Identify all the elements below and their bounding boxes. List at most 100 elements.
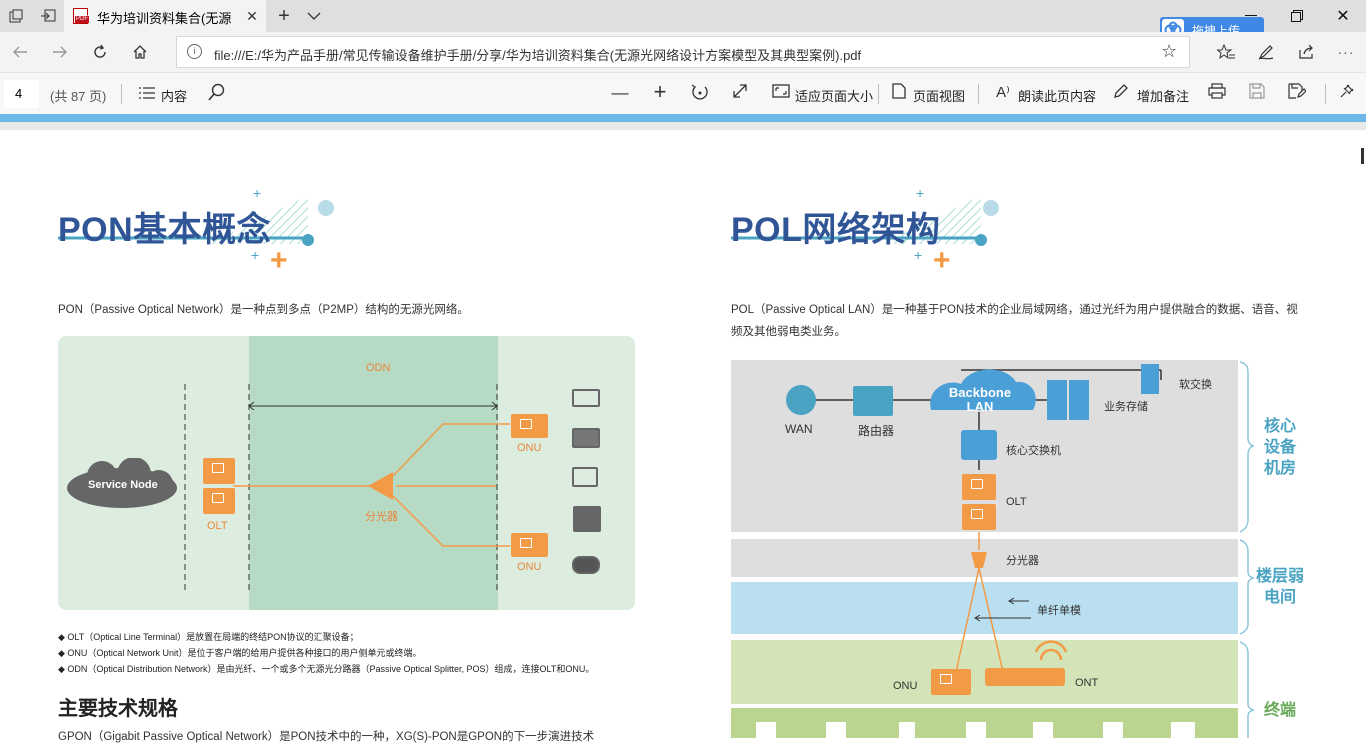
- pol-onu-icon: [931, 669, 971, 695]
- zone-terminal-label: 终端: [1263, 702, 1296, 719]
- refresh-glyph: [94, 44, 106, 58]
- page-view-button[interactable]: 页面视图: [913, 86, 965, 105]
- pencil-glyph: [1114, 84, 1128, 98]
- backbone-lan-label: Backbone LAN: [948, 385, 1012, 414]
- toolbar-divider: [1325, 84, 1326, 104]
- more-icon[interactable]: ···: [1334, 40, 1358, 64]
- home-glyph: [133, 45, 147, 59]
- pin-glyph: [1340, 84, 1354, 98]
- pol-onu-label: ONU: [893, 680, 918, 692]
- pen-glyph: [1258, 45, 1274, 60]
- camera-icon: [572, 556, 600, 574]
- tab-actions-icon-glyph: [9, 9, 23, 23]
- wan-label: WAN: [785, 422, 813, 436]
- fullscreen-icon[interactable]: [729, 83, 751, 104]
- pol-olt-splitter-icon: [962, 474, 996, 500]
- site-info-icon[interactable]: i: [187, 44, 202, 59]
- set-tabs-aside-icon[interactable]: [32, 0, 64, 32]
- svg-text:+: +: [253, 186, 261, 201]
- toolbar-accent-strip: [0, 114, 1366, 122]
- zone-brackets: [1239, 361, 1255, 738]
- svg-text:+: +: [916, 186, 924, 201]
- toolbar-divider: [878, 84, 879, 104]
- tab-actions-icon[interactable]: [0, 0, 32, 32]
- desktop-pc-icon: [572, 428, 600, 448]
- pon-heading: PON基本概念: [58, 211, 272, 249]
- read-aloud-icon[interactable]: A⁾: [992, 83, 1014, 101]
- read-aloud-button[interactable]: 朗读此页内容: [1018, 86, 1096, 105]
- page-total: (共 87 页): [50, 89, 107, 104]
- forward-icon[interactable]: [48, 40, 72, 64]
- arrow-right-glyph: [53, 46, 67, 58]
- page-number-input[interactable]: 4: [4, 80, 39, 108]
- tab-list-chevron-icon[interactable]: [298, 0, 330, 32]
- onu-top-icon: [511, 414, 548, 438]
- address-bar[interactable]: i file:///E:/华为产品手册/常见传输设备维护手册/分享/华为培训资料…: [176, 36, 1190, 68]
- pon-intro: PON（Passive Optical Network）是一种点到多点（P2MP…: [58, 304, 469, 316]
- list-glyph: [139, 87, 155, 99]
- olt-label: OLT: [207, 520, 228, 532]
- ont-label: ONT: [1075, 677, 1099, 689]
- pin-toolbar-icon[interactable]: [1336, 83, 1358, 104]
- pol-intro-line2: 频及其他弱电类业务。: [731, 326, 846, 338]
- odn-label: ODN: [366, 362, 391, 374]
- zoom-in-icon[interactable]: +: [649, 79, 671, 105]
- pol-diagram-lines: [756, 364, 1195, 738]
- favorites-glyph: [1217, 44, 1235, 60]
- rotate-icon[interactable]: [689, 83, 711, 106]
- core-switch-label: 核心交换机: [1006, 445, 1061, 457]
- fit-page-icon[interactable]: [770, 83, 792, 103]
- contents-icon[interactable]: [136, 85, 158, 105]
- close-tab-icon[interactable]: ✕: [242, 6, 262, 26]
- web-notes-icon[interactable]: [1254, 40, 1278, 64]
- tab-title: 华为培训资料集合(无源: [97, 11, 232, 26]
- navigation-bar: i file:///E:/华为产品手册/常见传输设备维护手册/分享/华为培训资料…: [0, 32, 1366, 72]
- pdf-file-icon: PDF: [73, 8, 89, 24]
- refresh-icon[interactable]: [88, 40, 112, 64]
- save-as-glyph: [1288, 83, 1307, 99]
- favorite-star-icon[interactable]: ☆: [1161, 41, 1177, 62]
- pdf-toolbar: 4 (共 87 页) 内容 — + 适应页面大小 页面视图 A⁾ 朗读此页内容 …: [0, 72, 1366, 115]
- laptop-icon: [572, 389, 600, 407]
- favorites-list-icon[interactable]: [1214, 40, 1238, 64]
- print-icon[interactable]: [1206, 83, 1228, 104]
- active-tab[interactable]: PDF 华为培训资料集合(无源 ✕: [64, 0, 266, 32]
- add-notes-button[interactable]: 增加备注: [1137, 86, 1189, 105]
- expand-glyph: [733, 84, 747, 98]
- set-aside-icon-glyph: [41, 9, 56, 22]
- olt-splitter-icon: [203, 458, 235, 484]
- onu-bottom-icon: [511, 533, 548, 557]
- pol-olt-label: OLT: [1006, 496, 1027, 508]
- fit-page-button[interactable]: 适应页面大小: [795, 86, 873, 105]
- restore-icon[interactable]: [1274, 0, 1320, 32]
- new-tab-icon[interactable]: +: [268, 0, 300, 32]
- note-olt: ◆ OLT（Optical Line Terminal）是放置在局端的终结PON…: [58, 632, 359, 642]
- save-as-icon[interactable]: [1286, 83, 1308, 104]
- page-view-icon[interactable]: [888, 83, 910, 104]
- back-icon[interactable]: [8, 40, 32, 64]
- note-odn: ◆ ODN（Optical Distribution Network）是由光纤、…: [58, 664, 595, 674]
- zoom-out-icon[interactable]: —: [609, 83, 631, 103]
- scrollbar-thumb[interactable]: [1361, 148, 1364, 164]
- add-notes-icon[interactable]: [1110, 83, 1132, 104]
- magnifier-glyph: [208, 83, 225, 101]
- pol-heading: POL网络架构: [731, 211, 941, 249]
- printer-glyph: [1208, 83, 1226, 99]
- specs-text: GPON（Gigabit Passive Optical Network）是PO…: [58, 731, 595, 743]
- storage-label: 业务存储: [1104, 401, 1148, 413]
- close-window-icon[interactable]: ✕: [1320, 0, 1366, 32]
- pol-splitter-label: 分光器: [1006, 555, 1039, 567]
- share-icon[interactable]: [1294, 40, 1318, 64]
- monitor-icon: [572, 467, 598, 487]
- home-icon[interactable]: [128, 40, 152, 64]
- contents-button[interactable]: 内容: [161, 86, 187, 105]
- ip-phone-icon: [573, 506, 601, 532]
- page-top-gap: [0, 122, 1366, 130]
- rotate-glyph: [691, 84, 708, 100]
- router-label: 路由器: [858, 424, 895, 438]
- zone-core-label: 核心设备机房: [1263, 418, 1296, 477]
- save-icon[interactable]: [1246, 83, 1268, 104]
- search-icon[interactable]: [206, 83, 228, 106]
- restore-glyph: [1291, 10, 1303, 22]
- splitter-label: 分光器: [365, 511, 398, 523]
